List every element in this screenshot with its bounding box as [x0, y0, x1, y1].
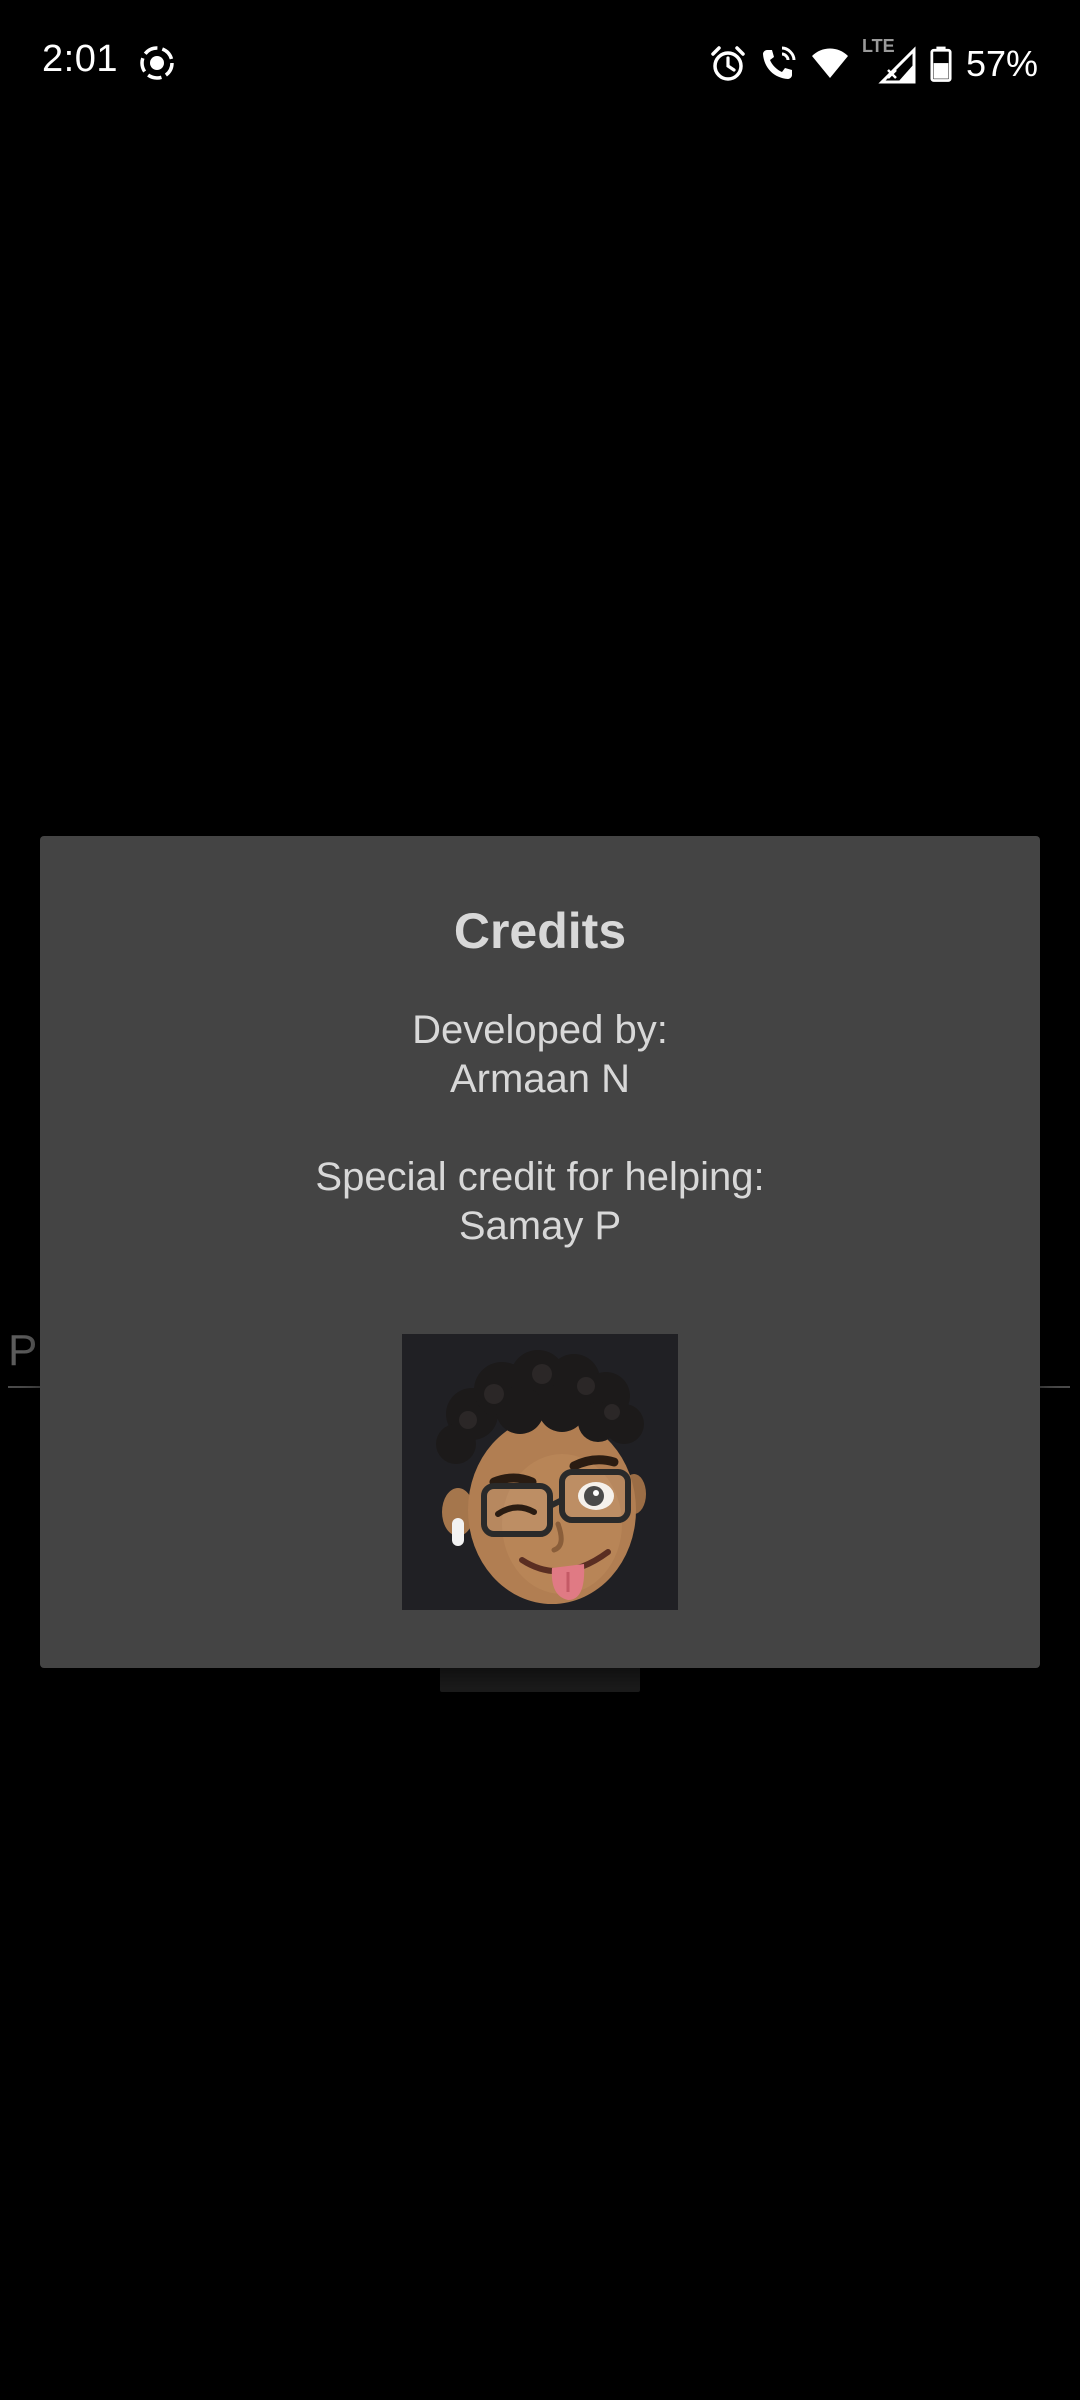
wifi-icon: [811, 48, 848, 78]
dialog-title: Credits: [453, 903, 627, 959]
battery-percent: 57%: [965, 43, 1038, 84]
developed-by-label: Developed by:: [412, 1008, 668, 1052]
memoji-avatar: [402, 1334, 678, 1610]
battery-icon: [930, 46, 952, 82]
alarm-icon: [711, 46, 745, 81]
special-credit-label: Special credit for helping:: [315, 1155, 765, 1199]
network-type-label: LTE: [861, 36, 895, 56]
status-icons: LTE 57%: [708, 36, 1038, 88]
background-input-hint: P: [8, 1326, 38, 1375]
wifi-calling-icon: [762, 46, 796, 79]
status-time: 2:01: [42, 38, 118, 80]
screen-record-icon: [140, 46, 174, 80]
credits-dialog: Credits Developed by: Armaan N Special c…: [40, 836, 1040, 1668]
memoji-avatar-icon: [402, 1334, 678, 1610]
dialog-body: Developed by: Armaan N Special credit fo…: [40, 1006, 1040, 1251]
status-bar: 2:01 LTE 57%: [0, 0, 1080, 126]
developer-name: Armaan N: [449, 1057, 631, 1101]
cellular-signal: LTE: [862, 36, 920, 86]
helper-name: Samay P: [458, 1204, 622, 1248]
